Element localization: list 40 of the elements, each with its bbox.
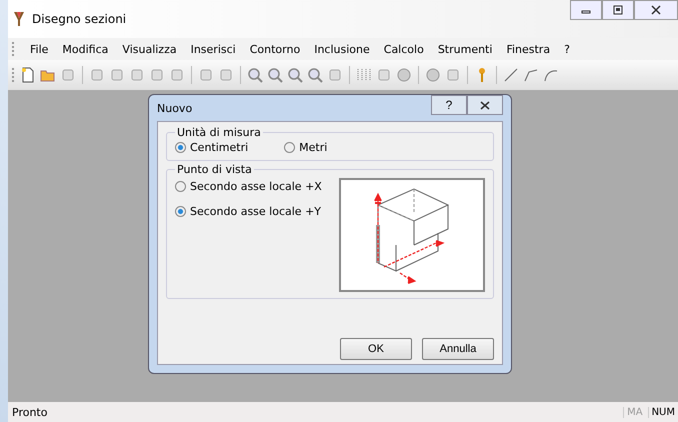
minimize-button[interactable]	[570, 0, 602, 20]
window-title: Disegno sezioni	[32, 12, 126, 26]
menu-item[interactable]: Finestra	[506, 42, 550, 56]
close-icon	[480, 100, 490, 110]
radio-option[interactable]: Secondo asse locale +X	[175, 180, 331, 193]
help-button[interactable]: ?	[431, 95, 467, 115]
zoom-out-icon[interactable]	[267, 67, 283, 83]
maximize-button[interactable]	[602, 0, 634, 20]
menu-item[interactable]: Strumenti	[438, 42, 492, 56]
zoom-window-icon[interactable]	[307, 67, 323, 83]
group-title: Unità di misura	[176, 126, 262, 139]
status-indicator: NUM	[648, 406, 678, 418]
status-text: Pronto	[12, 406, 48, 418]
menu-item[interactable]: ?	[564, 42, 570, 56]
polyline-icon[interactable]	[523, 67, 539, 83]
status-indicator: MA	[623, 406, 646, 418]
dialog-button[interactable]: Annulla	[422, 338, 494, 360]
menu-item[interactable]: Inserisci	[190, 42, 236, 56]
menu-item[interactable]: Contorno	[250, 42, 300, 56]
dialog-button[interactable]: OK	[340, 338, 412, 360]
close-icon	[650, 5, 662, 15]
close-button[interactable]	[634, 0, 678, 20]
radio-option[interactable]: Secondo asse locale +Y	[175, 205, 331, 218]
zoom-in-icon[interactable]	[247, 67, 263, 83]
radio-option[interactable]: Metri	[284, 141, 328, 154]
menu-item[interactable]: Visualizza	[122, 42, 177, 56]
radio-option[interactable]: Centimetri	[175, 141, 248, 154]
zoom-icon[interactable]	[287, 67, 303, 83]
menu-item[interactable]: File	[30, 42, 48, 56]
close-button[interactable]	[467, 95, 503, 115]
menu-item[interactable]: Inclusione	[314, 42, 370, 56]
line-icon[interactable]	[503, 67, 519, 83]
new-file-icon[interactable]	[20, 67, 36, 83]
app-icon	[12, 11, 26, 27]
group-title: Punto di vista	[176, 163, 253, 176]
menu-item[interactable]: Calcolo	[384, 42, 424, 56]
dialog-title: Nuovo	[157, 102, 192, 114]
menu-item[interactable]: Modifica	[62, 42, 108, 56]
maximize-icon	[613, 5, 623, 15]
grid-icon[interactable]	[356, 67, 372, 83]
